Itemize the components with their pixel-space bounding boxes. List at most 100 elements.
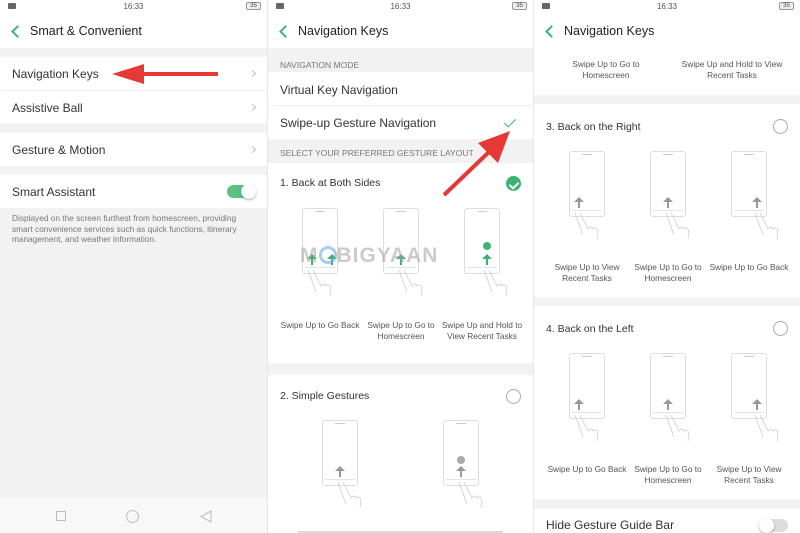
- arrow-up-icon: [327, 254, 337, 265]
- battery-icon: 35: [512, 2, 527, 10]
- status-bar: 16:33 35: [268, 0, 533, 14]
- gesture-illustration: [719, 151, 779, 241]
- page-title: Navigation Keys: [564, 24, 655, 38]
- layout-radio[interactable]: [773, 321, 788, 336]
- chevron-right-icon: [248, 103, 257, 112]
- layout-radio[interactable]: [773, 119, 788, 134]
- layout-option-back-left[interactable]: 4. Back on the Left Swipe Up to Go Back …: [534, 306, 800, 499]
- gesture-illustration: [310, 420, 370, 510]
- status-bar: 16:33 35: [534, 0, 800, 14]
- finger-icon: [307, 269, 332, 297]
- panel-smart-convenient: 16:33 35 Smart & Convenient Navigation K…: [0, 0, 267, 533]
- smart-assistant-description: Displayed on the screen furthest from ho…: [12, 213, 237, 244]
- arrow-up-icon: [307, 254, 317, 265]
- section-header-label: SELECT YOUR PREFERRED GESTURE LAYOUT: [280, 148, 474, 158]
- menu-item-assistive-ball[interactable]: Assistive Ball: [0, 91, 267, 123]
- gesture-illustration: [431, 420, 491, 510]
- arrow-up-icon: [663, 399, 673, 410]
- smart-assistant-row: Smart Assistant: [0, 175, 267, 208]
- status-time: 16:33: [123, 2, 144, 11]
- gesture-illustration: [638, 151, 698, 241]
- arrow-up-icon: [574, 197, 584, 208]
- battery-icon: 35: [246, 2, 261, 10]
- finger-icon: [574, 414, 599, 442]
- gesture-illustration: [557, 151, 617, 241]
- back-icon[interactable]: [544, 22, 558, 40]
- finger-icon: [398, 269, 423, 297]
- hold-indicator-icon: [457, 456, 465, 464]
- layout-option-continued: Swipe Up to Go to Homescreen Swipe Up an…: [534, 48, 800, 95]
- status-time: 16:33: [390, 2, 411, 11]
- finger-icon: [458, 481, 483, 509]
- chevron-right-icon: [248, 145, 257, 154]
- phone-outline: [569, 151, 605, 217]
- title-bar: Smart & Convenient: [0, 14, 267, 48]
- phone-outline: [731, 353, 767, 419]
- gesture-caption: Swipe Up to Go to Homescreen: [367, 320, 435, 341]
- layout-label: 4. Back on the Left: [546, 323, 634, 335]
- hide-gesture-bar-toggle[interactable]: [759, 518, 788, 533]
- back-icon[interactable]: [278, 22, 292, 40]
- layout-label: 1. Back at Both Sides: [280, 177, 381, 189]
- smart-assistant-toggle[interactable]: [227, 184, 256, 199]
- phone-outline: [464, 208, 500, 274]
- page-title: Navigation Keys: [298, 24, 389, 38]
- nav-mode-virtual-key[interactable]: Virtual Key Navigation: [268, 72, 533, 105]
- phone-outline: [731, 151, 767, 217]
- arrow-up-icon: [456, 466, 466, 477]
- gesture-caption: Swipe Up and Hold to View Recent Tasks: [681, 59, 783, 80]
- gesture-caption: Swipe Up to Go to Homescreen: [572, 59, 640, 80]
- hold-indicator-icon: [483, 242, 491, 250]
- menu-item-navigation-keys[interactable]: Navigation Keys: [0, 57, 267, 90]
- status-bar: 16:33 35: [0, 0, 267, 14]
- phone-outline: [569, 353, 605, 419]
- layout-option-back-both-sides[interactable]: 1. Back at Both Sides Swipe Up to Go Bac…: [268, 163, 533, 363]
- menu-item-label: Navigation Keys: [12, 67, 99, 81]
- finger-icon: [754, 414, 779, 442]
- finger-icon: [337, 481, 362, 509]
- menu-item-label: Assistive Ball: [12, 101, 83, 115]
- layout-label: 2. Simple Gestures: [280, 390, 370, 402]
- finger-icon: [754, 212, 779, 240]
- chevron-right-icon: [248, 69, 257, 78]
- hide-gesture-bar-label: Hide Gesture Guide Bar: [546, 518, 675, 532]
- layout-option-simple-gestures[interactable]: 2. Simple Gestures: [268, 375, 533, 533]
- gesture-caption: Swipe Up and Hold to View Recent Tasks: [441, 320, 523, 341]
- arrow-up-icon: [752, 197, 762, 208]
- layout-radio[interactable]: [506, 389, 521, 404]
- home-icon[interactable]: [126, 510, 139, 523]
- layout-label: 3. Back on the Right: [546, 121, 641, 133]
- gesture-caption: Swipe Up to Go Back: [280, 320, 360, 330]
- arrow-up-icon: [335, 466, 345, 477]
- page-title: Smart & Convenient: [30, 24, 142, 38]
- layout-radio-selected[interactable]: [506, 176, 521, 191]
- battery-icon: 35: [779, 2, 794, 10]
- gesture-caption: Swipe Up to View Recent Tasks: [554, 262, 620, 283]
- arrow-up-icon: [574, 399, 584, 410]
- arrow-up-icon: [752, 399, 762, 410]
- menu-item-gesture-motion[interactable]: Gesture & Motion: [0, 133, 267, 166]
- back-triangle-icon[interactable]: [200, 510, 212, 523]
- toggle-knob: [241, 184, 256, 199]
- section-header-gesture-layout: SELECT YOUR PREFERRED GESTURE LAYOUT: [268, 139, 533, 163]
- recents-icon[interactable]: [56, 511, 66, 521]
- gesture-illustration: [557, 353, 617, 443]
- arrow-up-icon: [482, 254, 492, 265]
- status-time: 16:33: [656, 2, 678, 11]
- nav-mode-swipe-up-gesture[interactable]: Swipe-up Gesture Navigation: [268, 106, 533, 139]
- menu-item-label: Gesture & Motion: [12, 143, 106, 157]
- panel-navigation-keys: 16:33 35 Navigation Keys NAVIGATION MODE…: [267, 0, 533, 533]
- finger-icon: [665, 414, 690, 442]
- gesture-caption: Swipe Up to Go to Homescreen: [634, 262, 702, 283]
- finger-icon: [574, 212, 599, 240]
- gesture-caption: Swipe Up to Go to Homescreen: [634, 464, 702, 485]
- hide-gesture-bar-row: Hide Gesture Guide Bar: [534, 509, 800, 533]
- title-bar: Navigation Keys: [268, 14, 533, 48]
- gesture-illustration: [290, 208, 350, 298]
- nav-mode-label: Swipe-up Gesture Navigation: [280, 116, 437, 130]
- finger-icon: [483, 269, 508, 297]
- layout-option-back-right[interactable]: 3. Back on the Right Swipe Up to View Re…: [534, 104, 800, 297]
- gesture-illustration: [719, 353, 779, 443]
- finger-icon: [665, 212, 690, 240]
- back-icon[interactable]: [10, 22, 24, 40]
